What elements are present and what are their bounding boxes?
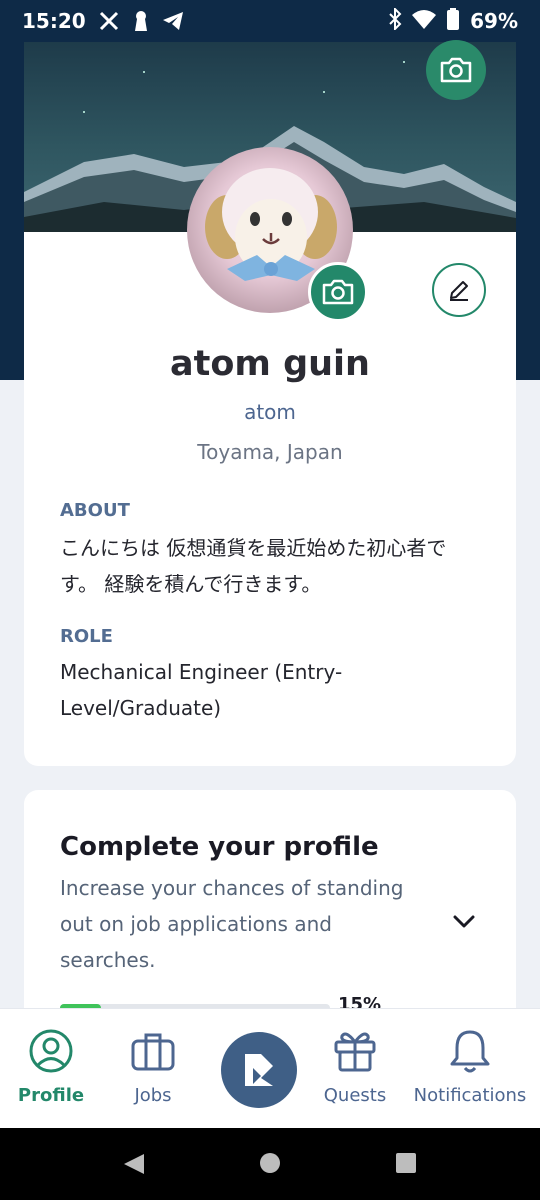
gift-icon (331, 1027, 379, 1075)
home-circle-icon (260, 1153, 280, 1173)
telegram-icon (162, 10, 184, 32)
braintrust-logo-icon (245, 1054, 273, 1086)
profile-card: atom guin atom Toyama, Japan ABOUT こんにちは… (24, 40, 516, 766)
nav-label-notifications: Notifications (413, 1085, 527, 1106)
cover-photo-camera-button[interactable] (426, 40, 486, 100)
status-right: 69% (388, 6, 518, 35)
nav-item-jobs[interactable]: Jobs (108, 1009, 198, 1129)
back-triangle-icon (124, 1154, 144, 1174)
avatar-camera-button[interactable] (308, 262, 368, 322)
camera-icon (440, 57, 472, 83)
briefcase-icon (129, 1027, 177, 1075)
nav-label-jobs: Jobs (134, 1085, 172, 1106)
nav-item-notifications[interactable]: Notifications (406, 1009, 534, 1129)
profile-username: atom (244, 400, 296, 424)
braintrust-home-button[interactable] (221, 1032, 297, 1108)
chevron-down-icon[interactable] (450, 908, 478, 936)
about-text: こんにちは 仮想通貨を最近始めた初心者です。 経験を積んで行きます。 (60, 536, 447, 596)
recents-button[interactable] (395, 1152, 417, 1178)
bottom-navigation: Profile Jobs Quests Notifications (0, 1008, 540, 1128)
pencil-icon (450, 281, 468, 301)
profile-full-name: atom guin (170, 344, 370, 384)
bluetooth-icon (388, 6, 402, 35)
nav-label-profile: Profile (17, 1085, 85, 1106)
battery-percent: 69% (470, 9, 518, 33)
back-button[interactable] (122, 1152, 146, 1180)
status-bar: 15:20 69% (0, 0, 540, 42)
home-button[interactable] (259, 1152, 281, 1178)
camera-icon (322, 279, 354, 305)
android-navigation-bar (0, 1128, 540, 1200)
role-text: Mechanical Engineer (Entry-Level/Graduat… (60, 660, 343, 720)
status-time: 15:20 (22, 9, 86, 33)
complete-profile-title: Complete your profile (60, 832, 379, 862)
bell-icon (446, 1027, 494, 1075)
user-circle-icon (27, 1027, 75, 1075)
battery-icon (446, 7, 460, 35)
x-icon (98, 10, 120, 32)
role-label: ROLE (60, 626, 113, 647)
nav-label-quests: Quests (323, 1085, 387, 1106)
profile-location: Toyama, Japan (197, 440, 343, 464)
complete-profile-description: Increase your chances of standing out on… (60, 876, 404, 972)
wifi-icon (412, 9, 437, 34)
keyhole-icon (130, 10, 152, 32)
recents-square-icon (396, 1153, 416, 1173)
nav-item-profile[interactable]: Profile (8, 1009, 94, 1129)
edit-profile-button[interactable] (432, 263, 486, 317)
nav-item-quests[interactable]: Quests (310, 1009, 400, 1129)
about-label: ABOUT (60, 500, 130, 521)
